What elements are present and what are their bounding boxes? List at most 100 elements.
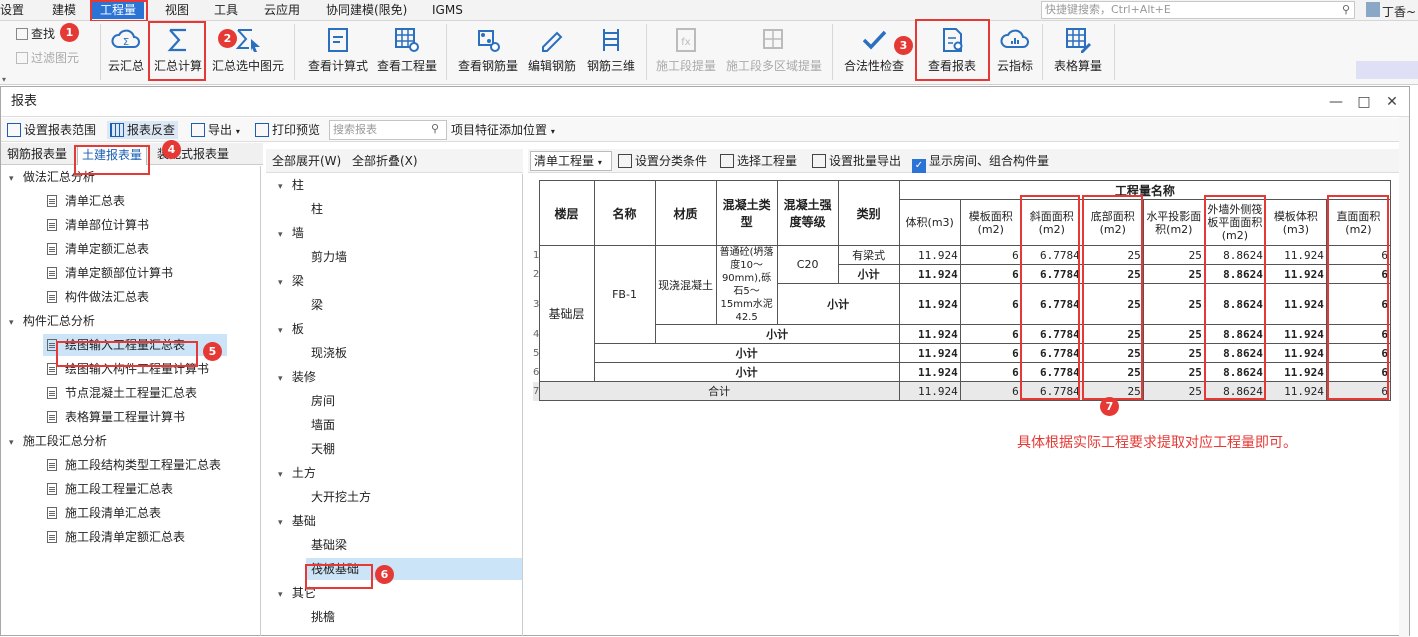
document-icon: [47, 267, 57, 279]
highlight-box-6: [305, 564, 373, 589]
tree-node[interactable]: ▾ 梁: [278, 270, 304, 292]
show-room-checkbox[interactable]: ✓ 显示房间、组合构件量: [912, 152, 1049, 173]
header-volume: 体积(m3): [898, 199, 961, 246]
tree-node[interactable]: ▾ 板: [278, 318, 304, 340]
sigma-cursor-icon: [235, 29, 260, 52]
tree-node[interactable]: ▾ 基础: [278, 510, 316, 532]
tree-item[interactable]: 节点混凝土工程量汇总表: [47, 382, 197, 404]
tree-leaf[interactable]: 房间: [311, 390, 335, 412]
tree-node[interactable]: ▾ 土方: [278, 462, 316, 484]
report-range-button[interactable]: 设置报表范围: [7, 121, 96, 139]
rebar-3d-button[interactable]: 钢筋三维: [583, 23, 639, 81]
menu-view[interactable]: 视图: [165, 2, 189, 19]
vertical-scrollbar[interactable]: [1399, 117, 1409, 637]
tree-leaf[interactable]: 天棚: [311, 438, 335, 460]
print-preview-button[interactable]: 打印预览: [255, 121, 320, 139]
set-category-button[interactable]: 设置分类条件: [618, 152, 707, 170]
table-quantity-button[interactable]: 表格算量: [1048, 23, 1108, 81]
highlight-box-3: [915, 19, 990, 81]
search-icon[interactable]: ⚲: [1342, 3, 1350, 16]
tree-leaf[interactable]: 大开挖土方: [311, 486, 371, 508]
tree-item[interactable]: 表格算量工程量计算书: [47, 406, 185, 428]
filter-icon: [16, 52, 28, 64]
minimize-icon[interactable]: —: [1327, 93, 1345, 111]
collapse-icon: ▾: [278, 326, 283, 336]
collapse-icon: ▾: [9, 438, 14, 448]
callout-badge: 2: [218, 29, 237, 48]
tab-rebar-report[interactable]: 钢筋报表量: [3, 145, 71, 165]
collapse-all-button[interactable]: 全部折叠(X): [352, 152, 418, 170]
header-quantity-group: 工程量名称: [898, 180, 1392, 200]
report-reverse-button[interactable]: 报表反查: [107, 121, 179, 139]
tree-group-component[interactable]: ▾ 构件汇总分析: [9, 310, 95, 332]
table-edit-icon: [1066, 28, 1091, 53]
quantity-mode-select[interactable]: 清单工程量 ▾: [530, 151, 612, 171]
tree-item[interactable]: 施工段清单定额汇总表: [47, 526, 185, 548]
document-icon: [47, 195, 57, 207]
tree-item[interactable]: 清单汇总表: [47, 190, 125, 212]
tree-item[interactable]: 施工段清单汇总表: [47, 502, 161, 524]
ribbon-filler: [1356, 61, 1418, 79]
header-floor: 楼层: [538, 180, 595, 246]
checkbox-checked-icon: ✓: [912, 159, 926, 173]
segment-multi-area-button[interactable]: 施工段多区域提量: [724, 23, 824, 81]
tree-node[interactable]: ▾ 柱: [278, 174, 304, 196]
tree-leaf[interactable]: 现浇板: [311, 342, 347, 364]
batch-export-button[interactable]: 设置批量导出: [812, 152, 901, 170]
maximize-icon[interactable]: □: [1355, 93, 1373, 111]
view-quantity-button[interactable]: 查看工程量: [375, 23, 439, 81]
callout-badge: 1: [60, 23, 79, 42]
tree-item[interactable]: 施工段结构类型工程量汇总表: [47, 454, 221, 476]
cloud-summary-button[interactable]: Σ 云汇总: [104, 23, 148, 81]
export-button[interactable]: 导出 ▾: [191, 121, 240, 139]
menu-collab[interactable]: 协同建模(限免): [326, 2, 407, 19]
tree-item[interactable]: 清单部位计算书: [47, 214, 149, 236]
tree-leaf[interactable]: 墙面: [311, 414, 335, 436]
tree-node[interactable]: ▾ 装修: [278, 366, 316, 388]
tree-leaf[interactable]: 挑檐: [311, 606, 335, 628]
tree-item[interactable]: 施工段工程量汇总表: [47, 478, 173, 500]
expand-all-button[interactable]: 全部展开(W): [272, 152, 341, 170]
edit-rebar-button[interactable]: 编辑钢筋: [524, 23, 580, 81]
header-grade: 混凝土强度等级: [776, 180, 839, 246]
tree-leaf[interactable]: 梁: [311, 294, 323, 316]
cell-name: FB-1: [593, 245, 656, 344]
search-icon[interactable]: ⚲: [431, 122, 439, 135]
tree-item[interactable]: 构件做法汇总表: [47, 286, 149, 308]
report-search-input[interactable]: 搜索报表: [329, 120, 447, 140]
menu-tools[interactable]: 工具: [214, 2, 238, 19]
collapse-icon: ▾: [9, 174, 14, 184]
collapse-icon: ▾: [278, 470, 283, 480]
chevron-down-icon: ▾: [597, 158, 602, 167]
cloud-indicator-button[interactable]: 云指标: [992, 23, 1038, 81]
menu-cloud[interactable]: 云应用: [264, 2, 300, 19]
close-icon[interactable]: ✕: [1383, 93, 1401, 111]
collapse-icon: ▾: [9, 318, 14, 328]
tree-group-segment[interactable]: ▾ 施工段汇总分析: [9, 430, 107, 452]
select-quantity-button[interactable]: 选择工程量: [720, 152, 797, 170]
find-button[interactable]: 查找: [16, 25, 55, 42]
header-material: 材质: [654, 180, 717, 246]
menu-modeling[interactable]: 建模: [52, 2, 76, 19]
tree-item[interactable]: 清单定额汇总表: [47, 238, 149, 260]
avatar[interactable]: [1366, 2, 1380, 17]
checkmark-icon: [862, 30, 887, 50]
user-name[interactable]: 丁香~: [1382, 3, 1416, 20]
shortcut-search-input[interactable]: 快捷键搜索，Ctrl+Alt+E: [1041, 1, 1355, 19]
feature-position-dropdown[interactable]: 项目特征添加位置 ▾: [451, 121, 555, 139]
tree-node[interactable]: ▾ 墙: [278, 222, 304, 244]
menu-settings[interactable]: 设置: [0, 2, 24, 19]
tree-item[interactable]: 清单定额部位计算书: [47, 262, 173, 284]
segment-quantity-button[interactable]: fx 施工段提量: [652, 23, 720, 81]
view-rebar-button[interactable]: 查看钢筋量: [456, 23, 520, 81]
filter-button[interactable]: 过滤图元: [16, 49, 79, 66]
view-formula-button[interactable]: 查看计算式: [304, 23, 372, 81]
multi-area-icon: [763, 29, 783, 49]
ribbon-collapse-icon[interactable]: ▾: [2, 75, 6, 84]
header-formwork-area: 模板面积(m2): [959, 199, 1022, 246]
collapse-icon: ▾: [278, 182, 283, 192]
tree-leaf[interactable]: 柱: [311, 198, 323, 220]
menu-igms[interactable]: IGMS: [432, 2, 463, 19]
tree-leaf[interactable]: 剪力墙: [311, 246, 347, 268]
tree-leaf[interactable]: 基础梁: [311, 534, 347, 556]
